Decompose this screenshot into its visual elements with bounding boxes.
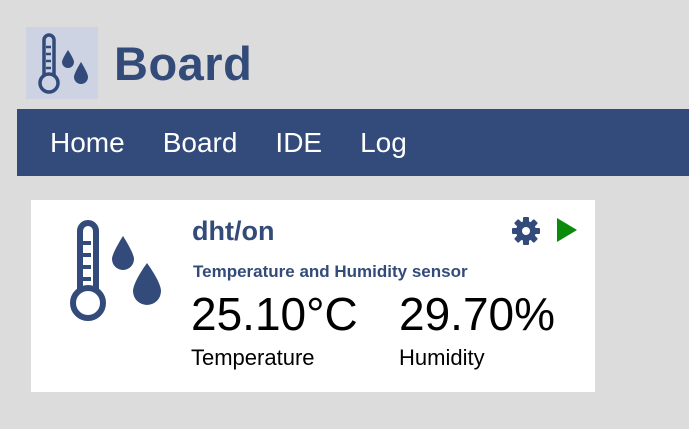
app-header: Board xyxy=(26,27,252,99)
run-button[interactable] xyxy=(555,217,579,243)
play-icon xyxy=(557,218,577,242)
app-logo xyxy=(26,27,98,99)
thermometer-drops-icon xyxy=(38,33,88,94)
gear-icon xyxy=(512,217,540,245)
temperature-value: 25.10°C xyxy=(191,288,358,340)
nav-item-board[interactable]: Board xyxy=(144,127,257,159)
sensor-card: dht/on Temperature and Humidity sensor 2… xyxy=(31,200,595,392)
main-navbar: Home Board IDE Log xyxy=(17,109,689,176)
thermometer-drops-icon xyxy=(70,220,161,321)
nav-item-log[interactable]: Log xyxy=(341,127,426,159)
temperature-label: Temperature xyxy=(191,344,315,370)
app-title: Board xyxy=(114,36,253,90)
humidity-value: 29.70% xyxy=(399,288,556,340)
humidity-reading: 29.70% Humidity xyxy=(399,288,555,371)
nav-item-ide[interactable]: IDE xyxy=(256,127,341,159)
humidity-label: Humidity xyxy=(399,344,485,370)
sensor-icon-wrapper xyxy=(65,218,165,329)
sensor-title: dht/on xyxy=(192,216,275,246)
temperature-reading: 25.10°C Temperature xyxy=(191,288,358,371)
sensor-subtitle: Temperature and Humidity sensor xyxy=(193,262,468,281)
nav-item-home[interactable]: Home xyxy=(17,127,144,159)
settings-button[interactable] xyxy=(511,216,541,246)
